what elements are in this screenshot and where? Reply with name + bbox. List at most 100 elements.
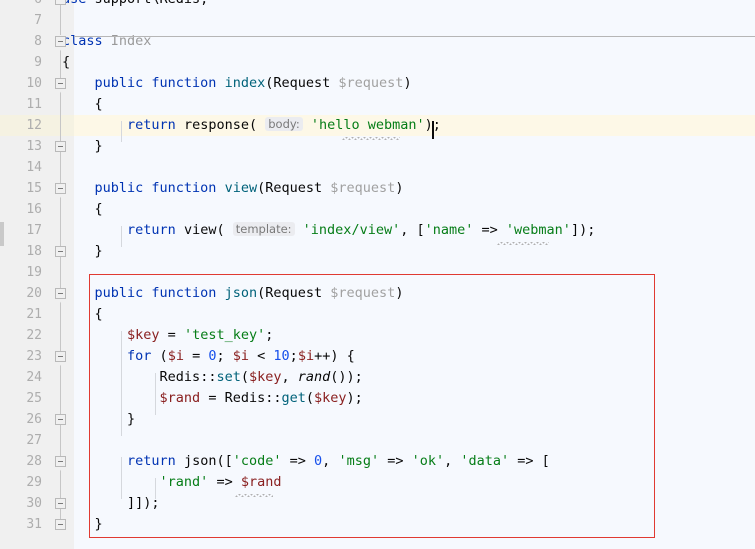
line-number[interactable]: 28: [0, 451, 42, 472]
line-number[interactable]: 29: [0, 472, 42, 493]
code-text[interactable]: Redis::set($key, rand());: [62, 367, 363, 388]
code-line[interactable]: 16 {: [0, 199, 755, 220]
line-number[interactable]: 6: [0, 0, 42, 10]
code-line[interactable]: 30 ]]);: [0, 493, 755, 514]
line-number[interactable]: 11: [0, 94, 42, 115]
code-line[interactable]: 25 $rand = Redis::get($key);: [0, 388, 755, 409]
line-number[interactable]: 21: [0, 304, 42, 325]
code-token: index: [224, 75, 266, 91]
code-token: ;: [216, 348, 233, 364]
code-text[interactable]: return json(['code' => 0, 'msg' => 'ok',…: [62, 451, 550, 472]
code-text[interactable]: {: [62, 304, 103, 325]
code-line[interactable]: 19: [0, 262, 755, 283]
code-text[interactable]: }: [62, 136, 103, 157]
code-text[interactable]: $key = 'test_key';: [62, 325, 273, 346]
line-number[interactable]: 13: [0, 136, 42, 157]
line-number[interactable]: 7: [0, 10, 42, 31]
line-number[interactable]: 14: [0, 157, 42, 178]
line-number[interactable]: 18: [0, 241, 42, 262]
fold-collapse-icon[interactable]: [55, 498, 66, 509]
code-token: 'name': [424, 222, 474, 238]
line-number[interactable]: 24: [0, 367, 42, 388]
code-text[interactable]: $rand = Redis::get($key);: [62, 388, 363, 409]
line-number[interactable]: 10: [0, 73, 42, 94]
code-line[interactable]: 14: [0, 157, 755, 178]
code-line[interactable]: 17 return view( template: 'index/view', …: [0, 220, 755, 241]
line-number[interactable]: 30: [0, 493, 42, 514]
code-text[interactable]: {: [62, 199, 103, 220]
line-number[interactable]: 15: [0, 178, 42, 199]
line-number[interactable]: 9: [0, 52, 42, 73]
code-text[interactable]: }: [62, 241, 103, 262]
code-line[interactable]: 29 'rand' => $rand: [0, 472, 755, 493]
code-line[interactable]: 6 use support\Redis;: [0, 0, 755, 10]
code-token: }: [62, 138, 103, 154]
code-line[interactable]: 23 for ($i = 0; $i < 10;$i++) {: [0, 346, 755, 367]
code-line[interactable]: 18 }: [0, 241, 755, 262]
code-line[interactable]: 31 }: [0, 514, 755, 535]
code-text[interactable]: public function index(Request $request): [62, 73, 412, 94]
code-line[interactable]: 26 }: [0, 409, 755, 430]
code-line[interactable]: 22 $key = 'test_key';: [0, 325, 755, 346]
code-text[interactable]: }: [62, 514, 103, 535]
code-token: }: [62, 516, 103, 532]
change-marker[interactable]: [0, 222, 4, 246]
fold-collapse-icon[interactable]: [55, 288, 66, 303]
code-line[interactable]: 27: [0, 430, 755, 451]
code-token: =>: [281, 453, 315, 469]
fold-collapse-icon[interactable]: [55, 0, 66, 5]
code-text[interactable]: class Index: [62, 31, 151, 52]
code-line[interactable]: 8 class Index: [0, 31, 755, 52]
line-number[interactable]: 27: [0, 430, 42, 451]
line-number[interactable]: 17: [0, 220, 42, 241]
fold-collapse-icon[interactable]: [55, 519, 66, 530]
code-editor[interactable]: 6use support\Redis;78class Index9{10 pub…: [0, 0, 755, 549]
fold-collapse-icon[interactable]: [55, 36, 66, 51]
line-background: [74, 94, 755, 115]
code-line[interactable]: 10 public function index(Request $reques…: [0, 73, 755, 94]
line-number[interactable]: 23: [0, 346, 42, 367]
code-line[interactable]: 15 public function view(Request $request…: [0, 178, 755, 199]
code-line[interactable]: 24 Redis::set($key, rand());: [0, 367, 755, 388]
fold-collapse-icon[interactable]: [55, 414, 66, 425]
line-number[interactable]: 16: [0, 199, 42, 220]
line-number[interactable]: 26: [0, 409, 42, 430]
code-token: response: [183, 117, 249, 133]
code-lines-container[interactable]: 6use support\Redis;78class Index9{10 pub…: [0, 0, 755, 549]
code-line[interactable]: 28 return json(['code' => 0, 'msg' => 'o…: [0, 451, 755, 472]
code-line[interactable]: 9{: [0, 52, 755, 73]
line-number[interactable]: 22: [0, 325, 42, 346]
code-line[interactable]: 11 {: [0, 94, 755, 115]
fold-collapse-icon[interactable]: [55, 141, 66, 152]
code-text[interactable]: ]]);: [62, 493, 160, 514]
fold-collapse-icon[interactable]: [55, 246, 66, 257]
fold-collapse-icon[interactable]: [55, 183, 66, 198]
code-line[interactable]: 20 public function json(Request $request…: [0, 283, 755, 304]
code-line[interactable]: 12 return response( body: 'hello webman'…: [0, 115, 755, 136]
fold-collapse-icon[interactable]: [55, 456, 66, 471]
editor-marker-strip[interactable]: [0, 0, 4, 549]
code-text[interactable]: 'rand' => $rand: [62, 472, 282, 493]
code-text[interactable]: return view( template: 'index/view', ['n…: [62, 220, 595, 241]
code-text[interactable]: {: [62, 52, 70, 73]
code-line[interactable]: 7: [0, 10, 755, 31]
fold-collapse-icon[interactable]: [55, 78, 66, 93]
line-number[interactable]: 8: [0, 31, 42, 52]
line-number[interactable]: 20: [0, 283, 42, 304]
line-number[interactable]: 31: [0, 514, 42, 535]
code-text[interactable]: public function json(Request $request): [62, 283, 404, 304]
fold-collapse-icon[interactable]: [55, 351, 66, 366]
code-text[interactable]: return response( body: 'hello webman');: [62, 115, 441, 136]
code-text[interactable]: use support\Redis;: [62, 0, 208, 10]
code-text[interactable]: public function view(Request $request): [62, 178, 404, 199]
line-number[interactable]: 25: [0, 388, 42, 409]
line-number[interactable]: 12: [0, 115, 42, 136]
line-number[interactable]: 19: [0, 262, 42, 283]
code-line[interactable]: 21 {: [0, 304, 755, 325]
code-text[interactable]: {: [62, 94, 103, 115]
code-text[interactable]: }: [62, 409, 135, 430]
code-text[interactable]: for ($i = 0; $i < 10;$i++) {: [62, 346, 355, 367]
code-token: $rand: [159, 390, 201, 406]
